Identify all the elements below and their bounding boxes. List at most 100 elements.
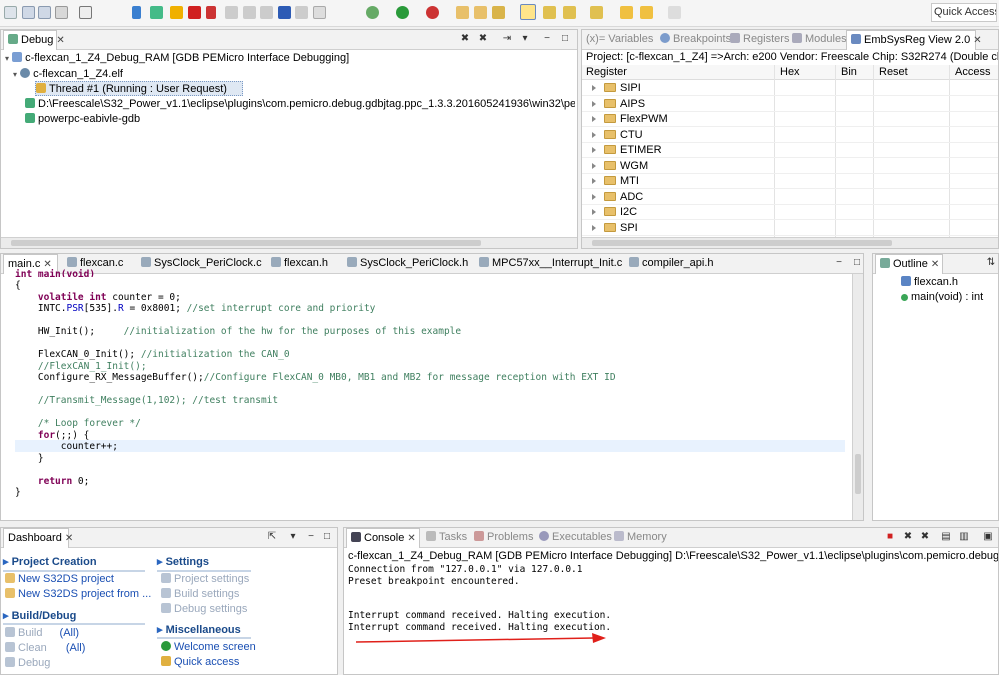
disconnect-icon[interactable] xyxy=(206,6,216,19)
close-icon[interactable]: ✕ xyxy=(65,533,73,544)
tab-memory[interactable]: Memory xyxy=(610,528,667,548)
tab-sysclock-c[interactable]: SysClock_PeriClock.c xyxy=(137,254,262,274)
code-line[interactable]: //FlexCAN_1_Init(); xyxy=(15,361,147,373)
open-folder-icon[interactable] xyxy=(474,6,487,19)
register-row[interactable]: ADC xyxy=(582,190,998,205)
expand-arrow-icon[interactable] xyxy=(592,131,596,138)
terminate-icon[interactable]: ■ xyxy=(884,531,896,543)
tab-sysclock-h[interactable]: SysClock_PeriClock.h xyxy=(343,254,468,274)
last-edit-icon[interactable] xyxy=(620,6,633,19)
code-line[interactable]: HW_Init(); //initialization of the hw fo… xyxy=(15,326,461,338)
pin-icon[interactable] xyxy=(590,6,603,19)
build-all-link[interactable]: (All) xyxy=(60,627,80,639)
tab-problems[interactable]: Problems xyxy=(470,528,533,548)
outline-include[interactable]: flexcan.h xyxy=(901,275,958,290)
expand-arrow-icon[interactable] xyxy=(592,209,596,215)
build-link[interactable]: Build (All) xyxy=(5,627,79,639)
tab-registers[interactable]: Registers xyxy=(726,30,789,50)
minimize-icon[interactable]: − xyxy=(541,33,553,45)
close-icon[interactable]: ✕ xyxy=(973,35,981,46)
forward-icon[interactable] xyxy=(668,6,681,19)
code-line[interactable]: counter++; xyxy=(15,441,118,453)
register-row[interactable]: WGM xyxy=(582,159,998,174)
tab-outline[interactable]: Outline ✕ xyxy=(875,254,943,274)
remove-all-icon[interactable]: ✖ xyxy=(919,531,931,543)
tab-interrupt-init[interactable]: MPC57xx__Interrupt_Init.c xyxy=(475,254,622,274)
binary-icon[interactable] xyxy=(79,6,92,19)
maximize-icon[interactable]: □ xyxy=(851,257,863,269)
step-over-icon[interactable] xyxy=(243,6,256,19)
step-return-icon[interactable] xyxy=(260,6,273,19)
minimize-icon[interactable]: − xyxy=(305,531,317,543)
instruction-step-icon[interactable] xyxy=(278,6,291,19)
expand-arrow-icon[interactable] xyxy=(592,162,596,169)
print-icon[interactable] xyxy=(55,6,68,19)
sort-icon[interactable]: ⇅ xyxy=(985,257,997,269)
expand-arrow-icon[interactable] xyxy=(592,85,596,91)
maximize-icon[interactable]: □ xyxy=(559,33,571,45)
code-line[interactable]: for(;;) { xyxy=(15,430,90,442)
scrollbar-thumb[interactable] xyxy=(592,240,892,246)
save-icon[interactable] xyxy=(22,6,35,19)
vertical-scrollbar[interactable] xyxy=(852,274,863,520)
next-annotation-icon[interactable] xyxy=(543,6,556,19)
scrollbar-thumb[interactable] xyxy=(11,240,481,246)
tab-flexcan-h[interactable]: flexcan.h xyxy=(267,254,328,274)
col-register[interactable]: Register xyxy=(586,66,627,78)
code-line[interactable]: return 0; xyxy=(15,476,90,488)
register-row[interactable]: MTI xyxy=(582,174,998,189)
register-row[interactable]: SPI xyxy=(582,221,998,236)
tab-console[interactable]: Console ✕ xyxy=(346,528,420,548)
expand-arrow-icon[interactable] xyxy=(592,116,596,122)
code-line[interactable]: volatile int counter = 0; xyxy=(15,292,181,304)
quick-access-input[interactable]: Quick Access xyxy=(931,3,997,22)
close-icon[interactable]: ✕ xyxy=(407,533,415,544)
new-project-link[interactable]: New S32DS project xyxy=(5,573,114,585)
terminate-icon[interactable] xyxy=(188,6,201,19)
horizontal-scrollbar[interactable] xyxy=(1,237,577,248)
debug-bug-icon[interactable] xyxy=(366,6,379,19)
launch-item[interactable]: ▾ c-flexcan_1_Z4_Debug_RAM [GDB PEMicro … xyxy=(5,51,349,66)
clear-console-icon[interactable]: ▤ xyxy=(940,531,952,543)
tab-debug[interactable]: Debug ✕ xyxy=(3,30,65,50)
scroll-lock-icon[interactable]: ▥ xyxy=(958,531,970,543)
tab-breakpoints[interactable]: Breakpoints xyxy=(656,30,731,50)
gdbserver-item[interactable]: D:\Freescale\S32_Power_v1.1\eclipse\plug… xyxy=(25,97,575,112)
step-into-icon[interactable] xyxy=(225,6,238,19)
toggle-icon[interactable] xyxy=(313,6,326,19)
register-row[interactable]: CTU xyxy=(582,128,998,143)
clean-all-link[interactable]: (All) xyxy=(66,642,86,654)
pencil-icon[interactable] xyxy=(492,6,505,19)
col-hex[interactable]: Hex xyxy=(780,66,800,78)
back-icon[interactable] xyxy=(640,6,653,19)
tab-variables[interactable]: (x)= Variables xyxy=(582,30,653,50)
col-access[interactable]: Access xyxy=(955,66,990,78)
clean-link[interactable]: Clean (All) xyxy=(5,642,85,654)
expand-arrow-icon[interactable] xyxy=(592,193,596,200)
view-menu-icon[interactable]: ▾ xyxy=(287,531,299,543)
remove-terminated-icon[interactable]: ✖ xyxy=(459,33,471,45)
suspend-icon[interactable] xyxy=(170,6,183,19)
tab-dashboard[interactable]: Dashboard ✕ xyxy=(3,528,73,548)
register-row[interactable]: ETIMER xyxy=(582,143,998,158)
remove-all-icon[interactable]: ✖ xyxy=(477,33,489,45)
code-line[interactable]: int main(void) xyxy=(15,269,95,277)
maximize-icon[interactable]: □ xyxy=(321,531,333,543)
close-icon[interactable]: ✕ xyxy=(931,259,939,270)
code-line[interactable]: INTC.PSR[535].R = 0x8001; //set interrup… xyxy=(15,303,376,315)
register-row[interactable]: FlexPWM xyxy=(582,112,998,127)
expand-arrow-icon[interactable] xyxy=(592,178,596,184)
build-settings-link[interactable]: Build settings xyxy=(161,588,239,600)
horizontal-scrollbar[interactable] xyxy=(582,237,998,248)
tab-tasks[interactable]: Tasks xyxy=(422,528,467,548)
tab-compiler-api[interactable]: compiler_api.h xyxy=(625,254,714,274)
remove-launch-icon[interactable]: ✖ xyxy=(902,531,914,543)
save-all-icon[interactable] xyxy=(38,6,51,19)
prev-annotation-icon[interactable] xyxy=(563,6,576,19)
debug-settings-link[interactable]: Debug settings xyxy=(161,603,247,615)
thread-item[interactable]: Thread #1 (Running : User Request) xyxy=(35,81,243,96)
code-line[interactable]: { xyxy=(15,280,21,292)
quick-access-link[interactable]: Quick access xyxy=(161,656,239,668)
skip-breakpoints-icon[interactable] xyxy=(132,6,141,19)
code-line[interactable]: } xyxy=(15,487,21,499)
